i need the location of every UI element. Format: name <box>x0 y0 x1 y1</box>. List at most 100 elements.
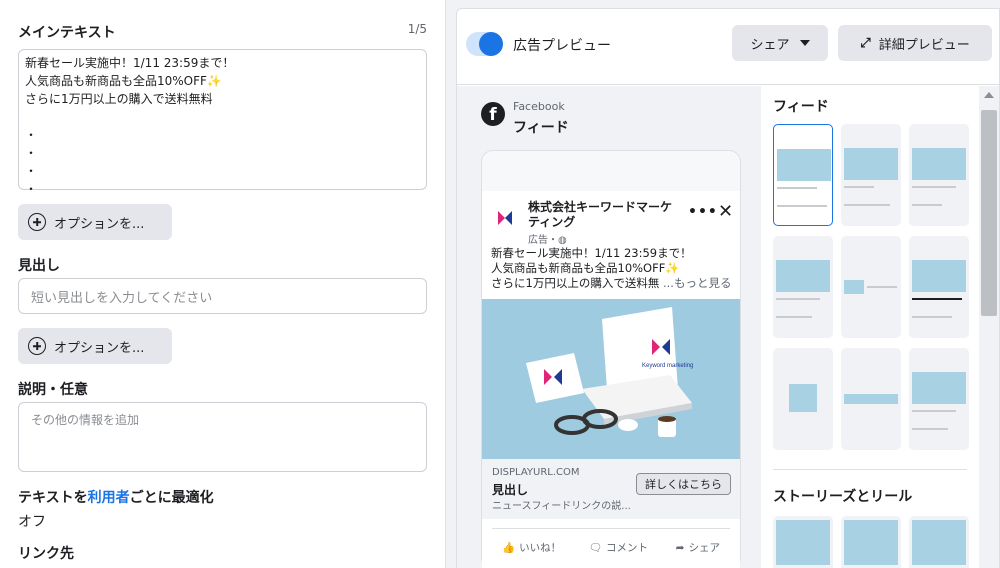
share-action[interactable]: ➦ シェア <box>676 540 720 555</box>
placement-thumb-right-column[interactable] <box>841 236 901 338</box>
see-more-link[interactable]: ...もっと見る <box>663 276 731 290</box>
main-text-input[interactable]: 新春セール実施中！1/11 23:59まで！ 人気商品も新商品も全品10%OFF… <box>18 49 427 196</box>
placement-thumb-instant-article[interactable] <box>909 348 969 450</box>
thumb-image <box>777 149 831 181</box>
scroll-up-arrow-icon[interactable] <box>984 92 994 98</box>
placement-thumb-reels[interactable] <box>909 516 969 568</box>
optimize-label-post: ごとに最適化 <box>129 490 214 506</box>
detail-preview-label: 詳細プレビュー <box>878 37 970 53</box>
thumb-image <box>776 260 830 292</box>
thumb-line <box>912 316 952 318</box>
placement-thumb-video-feed[interactable] <box>773 236 833 338</box>
thumb-line <box>776 316 812 318</box>
main-text-counter: 1/5 <box>407 22 427 36</box>
ad-primary-text: 新春セール実施中！1/11 23:59まで！ 人気商品も新商品も全品10%OFF… <box>491 246 736 291</box>
thumb-image <box>912 148 966 180</box>
description-label: 説明・任意 <box>18 382 88 398</box>
ad-preview-toggle[interactable] <box>466 32 503 56</box>
ad-link-area[interactable]: DISPLAYURL.COM 見出し ニュースフィードリンクの説... 詳しくは… <box>482 459 740 519</box>
like-action[interactable]: 👍 いいね！ <box>502 540 561 555</box>
learn-more-button[interactable]: 詳しくはこちら <box>636 473 731 495</box>
comment-label: コメント <box>606 542 649 554</box>
ad-editor-panel: メインテキスト 1/5 新春セール実施中！1/11 23:59まで！ 人気商品も… <box>0 0 446 568</box>
ad-preview-label: 広告プレビュー <box>513 38 611 54</box>
stories-section-title: ストーリーズとリール <box>773 489 913 505</box>
destination-label: リンク先 <box>18 546 74 562</box>
platform-name: Facebook <box>513 100 565 113</box>
feed-section-title: フィード <box>773 99 829 115</box>
thumb-line <box>776 298 820 300</box>
thumb-image <box>844 520 898 565</box>
more-options-icon[interactable]: ••• <box>688 204 718 220</box>
thumb-image <box>844 280 864 294</box>
main-text-options-button[interactable]: オプションを... <box>18 204 172 240</box>
placement-thumb-search[interactable] <box>773 348 833 450</box>
placement-name: フィード <box>513 120 569 136</box>
options-button-label: オプションを... <box>54 216 145 232</box>
ad-creative-image: Keyword marketing <box>482 299 740 459</box>
share-arrow-icon: ➦ <box>675 542 685 554</box>
thumb-image <box>776 520 830 565</box>
comment-icon: 🗨 <box>588 542 603 554</box>
thumb-line <box>777 187 817 189</box>
close-icon[interactable]: ✕ <box>718 201 733 222</box>
thumb-line <box>844 394 898 404</box>
display-url: DISPLAYURL.COM <box>492 467 580 478</box>
plus-circle-icon <box>28 213 46 231</box>
share-button-label: シェア <box>750 37 790 53</box>
company-logo-icon <box>492 205 518 231</box>
optimize-value: オフ <box>18 514 46 530</box>
thumb-line <box>912 428 948 430</box>
thumb-line <box>912 410 956 412</box>
ad-preview-panel: 広告プレビュー シェア ⤢ 詳細プレビュー f Facebook フィード 株式… <box>456 8 1000 568</box>
main-text-line: 人気商品も新商品も全品10%OFF✨ <box>25 74 222 88</box>
sponsored-label: 広告・ <box>528 235 558 246</box>
thumb-image <box>789 384 817 412</box>
thumb-line <box>912 186 956 188</box>
headline-label: 見出し <box>18 258 60 274</box>
placement-thumb-stories[interactable] <box>773 516 833 568</box>
globe-icon: ◍ <box>558 235 567 246</box>
audience-link[interactable]: 利用者 <box>88 490 130 506</box>
thumbs-up-icon: 👍 <box>502 542 516 554</box>
share-label: シェア <box>688 542 720 554</box>
main-text-line: ・ <box>25 182 38 196</box>
thumb-line <box>844 186 874 188</box>
scrollbar-thumb[interactable] <box>981 110 997 316</box>
ad-text-line: さらに1万円以上の購入で送料無 ...もっと見る <box>491 276 736 291</box>
phone-frame: 株式会社キーワードマーケティング 広告・◍ ••• ✕ 新春セール実施中！1/1… <box>481 150 741 568</box>
headline-placeholder: 短い見出しを入力してください <box>31 291 213 306</box>
sponsored-tag: 広告・◍ <box>528 231 567 246</box>
description-input[interactable]: その他の情報を追加 <box>18 402 427 472</box>
optimize-label-pre: テキストを <box>18 490 88 506</box>
image-logo-text: Keyword marketing <box>642 363 693 369</box>
thumb-image <box>912 372 966 404</box>
placement-thumb-instagram-stories[interactable] <box>841 516 901 568</box>
comment-action[interactable]: 🗨 コメント <box>589 540 648 555</box>
placement-thumb-marketplace[interactable] <box>909 124 969 226</box>
placement-thumb-explore[interactable] <box>909 236 969 338</box>
caret-down-icon <box>799 40 810 46</box>
plus-circle-icon <box>28 337 46 355</box>
ad-card: 株式会社キーワードマーケティング 広告・◍ ••• ✕ 新春セール実施中！1/1… <box>482 191 740 568</box>
thumb-image <box>912 260 966 292</box>
ad-description: ニュースフィードリンクの説... <box>492 501 631 512</box>
thumb-image <box>844 148 898 180</box>
headline-input[interactable]: 短い見出しを入力してください <box>18 278 427 314</box>
placement-thumb-instagram-feed[interactable] <box>841 124 901 226</box>
preview-toolbar: 広告プレビュー シェア ⤢ 詳細プレビュー <box>457 9 1000 85</box>
placement-thumb-messenger[interactable] <box>841 348 901 450</box>
section-divider <box>773 469 967 470</box>
thumb-image <box>912 520 966 565</box>
placement-scrollbar[interactable] <box>979 86 999 568</box>
thumb-line <box>844 204 890 206</box>
headline-options-button[interactable]: オプションを... <box>18 328 172 364</box>
placement-thumb-facebook-feed[interactable] <box>773 124 833 226</box>
like-label: いいね！ <box>519 542 562 554</box>
main-text-line: ・ <box>25 128 38 142</box>
ad-text-line: 新春セール実施中！1/11 23:59まで！ <box>491 246 692 260</box>
detail-preview-button[interactable]: ⤢ 詳細プレビュー <box>838 25 992 61</box>
share-dropdown-button[interactable]: シェア <box>732 25 828 61</box>
main-text-line: ・ <box>25 164 38 178</box>
thumb-line <box>777 205 827 207</box>
